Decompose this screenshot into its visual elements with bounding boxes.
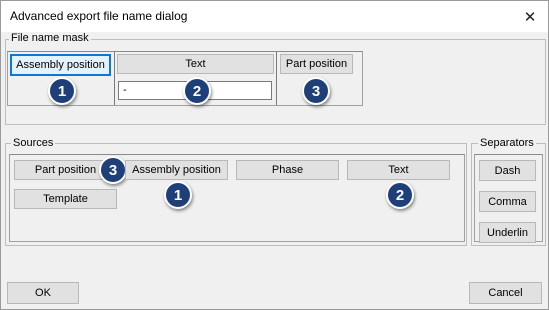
separator-comma-button[interactable]: Comma xyxy=(479,191,536,212)
mask-slot-assembly-position[interactable]: Assembly position xyxy=(10,54,111,76)
separator-dash-button[interactable]: Dash xyxy=(479,160,536,181)
source-template[interactable]: Template xyxy=(14,189,117,209)
source-badge-2: 2 xyxy=(386,181,414,209)
separators-label: Separators xyxy=(478,137,536,149)
separator-underline-button[interactable]: Underlin xyxy=(479,222,536,243)
mask-badge-1: 1 xyxy=(48,77,76,105)
mask-slot-divider-1 xyxy=(114,52,115,105)
sources-label: Sources xyxy=(11,137,56,149)
source-phase[interactable]: Phase xyxy=(236,160,339,180)
mask-slot-text[interactable]: Text xyxy=(117,54,274,74)
cancel-button[interactable]: Cancel xyxy=(469,282,542,304)
dialog-window: Advanced export file name dialog ✕ File … xyxy=(0,0,549,310)
mask-slot-divider-2 xyxy=(276,52,277,105)
source-badge-1: 1 xyxy=(164,181,192,209)
title-bar: Advanced export file name dialog ✕ xyxy=(1,1,548,32)
close-icon[interactable]: ✕ xyxy=(518,6,542,28)
source-assembly-position[interactable]: Assembly position xyxy=(125,160,228,180)
mask-slot-part-position[interactable]: Part position xyxy=(280,54,353,74)
source-text[interactable]: Text xyxy=(347,160,450,180)
source-badge-3: 3 xyxy=(99,156,127,184)
mask-badge-2: 2 xyxy=(183,77,211,105)
ok-button[interactable]: OK xyxy=(7,282,79,304)
file-name-mask-label: File name mask xyxy=(9,32,91,44)
window-title: Advanced export file name dialog xyxy=(10,9,188,23)
mask-badge-3: 3 xyxy=(302,77,330,105)
